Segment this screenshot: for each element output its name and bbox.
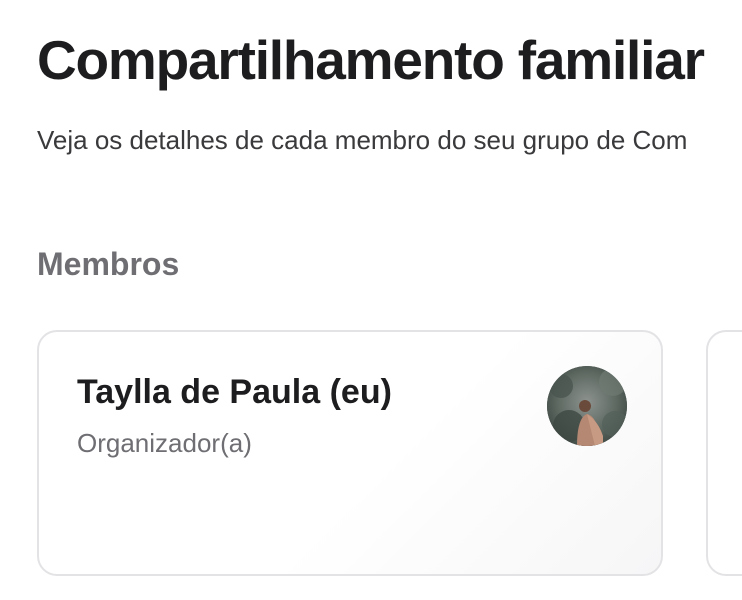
members-section-heading: Membros bbox=[37, 246, 180, 282]
page-title: Compartilhamento familiar bbox=[37, 29, 705, 91]
members-carousel[interactable]: Taylla de Paula (eu) Organizador(a) bbox=[0, 330, 742, 600]
page-subtitle: Veja os detalhes de cada membro do seu g… bbox=[37, 125, 688, 155]
member-card[interactable]: Taylla de Paula (eu) Organizador(a) bbox=[37, 330, 663, 576]
member-name: Taylla de Paula (eu) bbox=[77, 373, 392, 411]
member-role: Organizador(a) bbox=[77, 428, 252, 458]
avatar bbox=[547, 366, 627, 446]
profile-photo-icon bbox=[547, 366, 627, 446]
next-member-card[interactable] bbox=[706, 330, 742, 576]
